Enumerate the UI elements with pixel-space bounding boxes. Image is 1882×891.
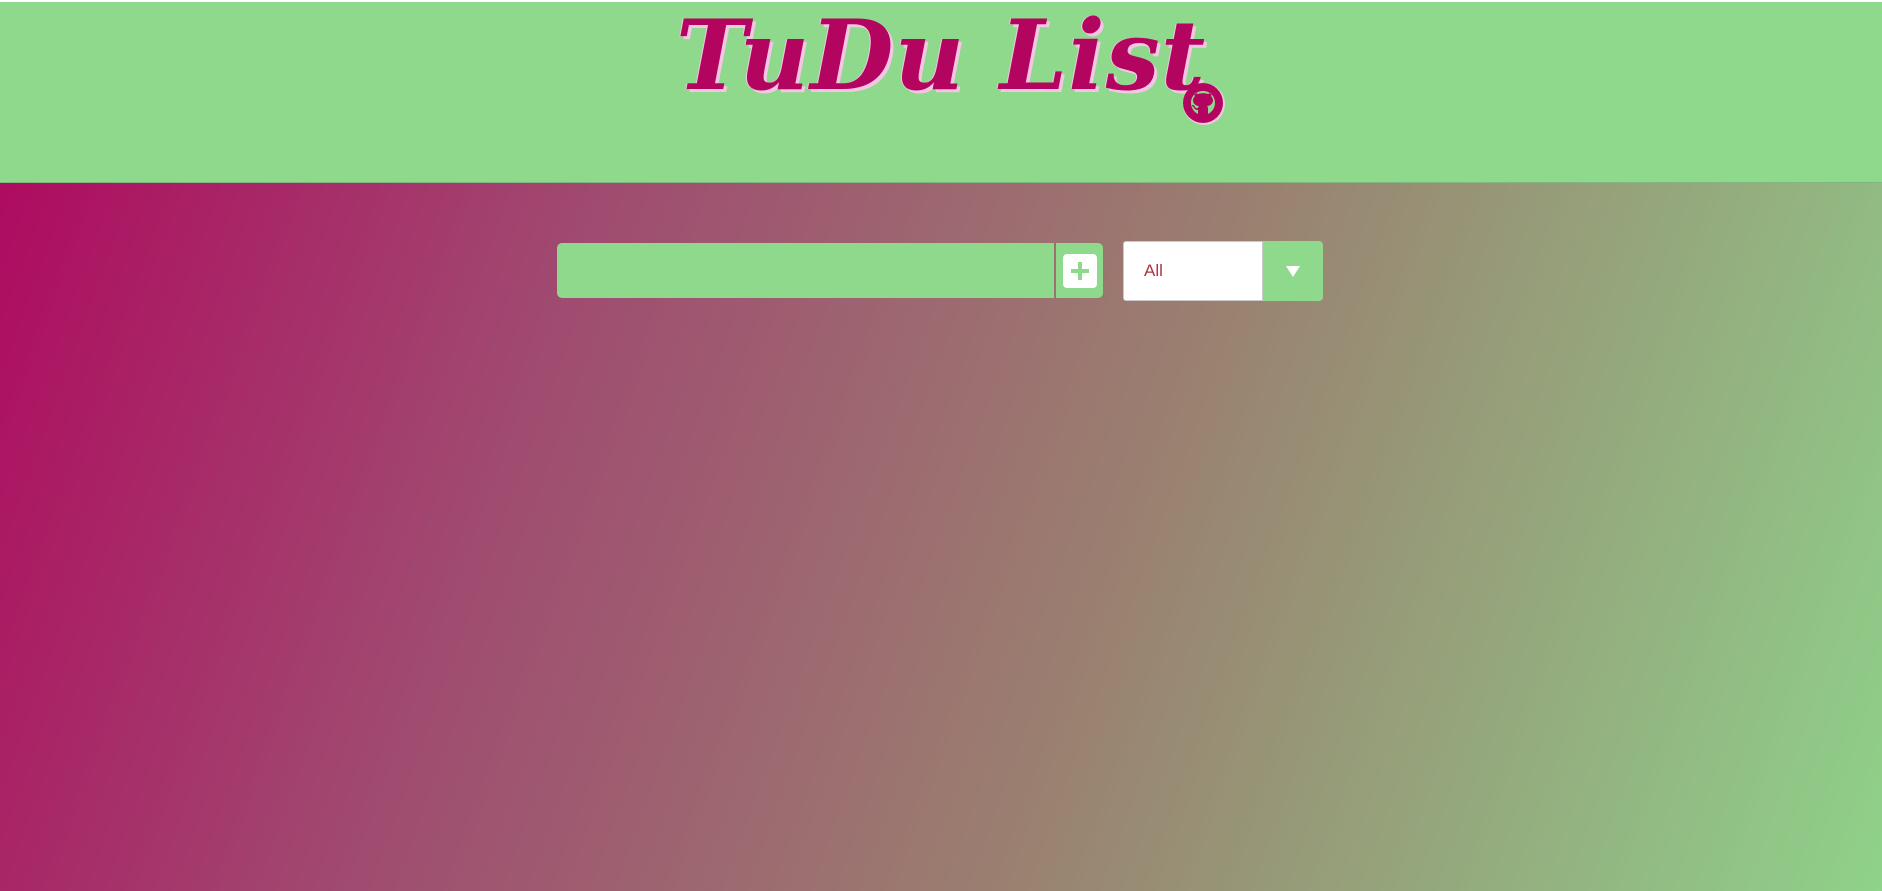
filter-select[interactable]: All [1123, 241, 1323, 301]
caret-down-icon [1286, 266, 1300, 277]
page-title: TuDu List [675, 0, 1207, 112]
add-todo-button[interactable] [1056, 243, 1103, 298]
plus-icon-box [1062, 253, 1097, 288]
filter-select-value[interactable]: All [1123, 241, 1263, 301]
todo-input[interactable] [557, 243, 1054, 298]
github-icon-svg [1183, 83, 1225, 125]
plus-icon [1070, 261, 1089, 280]
app-header: TuDu List [0, 2, 1882, 183]
title-wrap: TuDu List [0, 2, 1882, 182]
github-icon[interactable] [1182, 82, 1226, 126]
filter-dropdown-button[interactable] [1263, 241, 1323, 301]
